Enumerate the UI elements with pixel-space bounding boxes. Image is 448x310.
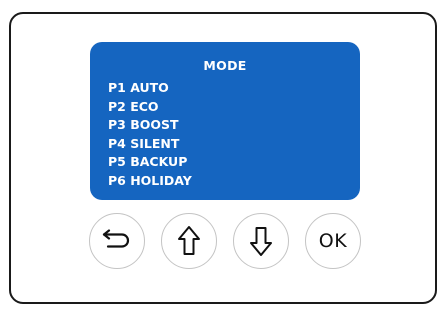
menu-item-p4[interactable]: P4 SILENT — [108, 135, 192, 154]
back-button[interactable] — [89, 213, 145, 269]
menu-item-p2[interactable]: P2 ECO — [108, 98, 192, 117]
screen-title: MODE — [203, 58, 247, 73]
ok-button[interactable]: OK — [305, 213, 361, 269]
up-button[interactable] — [161, 213, 217, 269]
mode-menu: P1 AUTO P2 ECO P3 BOOST P4 SILENT P5 BAC… — [108, 79, 192, 191]
down-button[interactable] — [233, 213, 289, 269]
menu-item-p5[interactable]: P5 BACKUP — [108, 153, 192, 172]
menu-item-p3[interactable]: P3 BOOST — [108, 116, 192, 135]
arrow-down-outline-icon — [250, 227, 272, 256]
menu-item-p1[interactable]: P1 AUTO — [108, 79, 192, 98]
menu-item-p6[interactable]: P6 HOLIDAY — [108, 172, 192, 191]
lcd-display: MODE P1 AUTO P2 ECO P3 BOOST P4 SILENT P… — [90, 42, 360, 200]
ok-label: OK — [318, 230, 348, 252]
arrow-up-outline-icon — [178, 226, 200, 255]
return-arrow-icon — [102, 229, 130, 248]
